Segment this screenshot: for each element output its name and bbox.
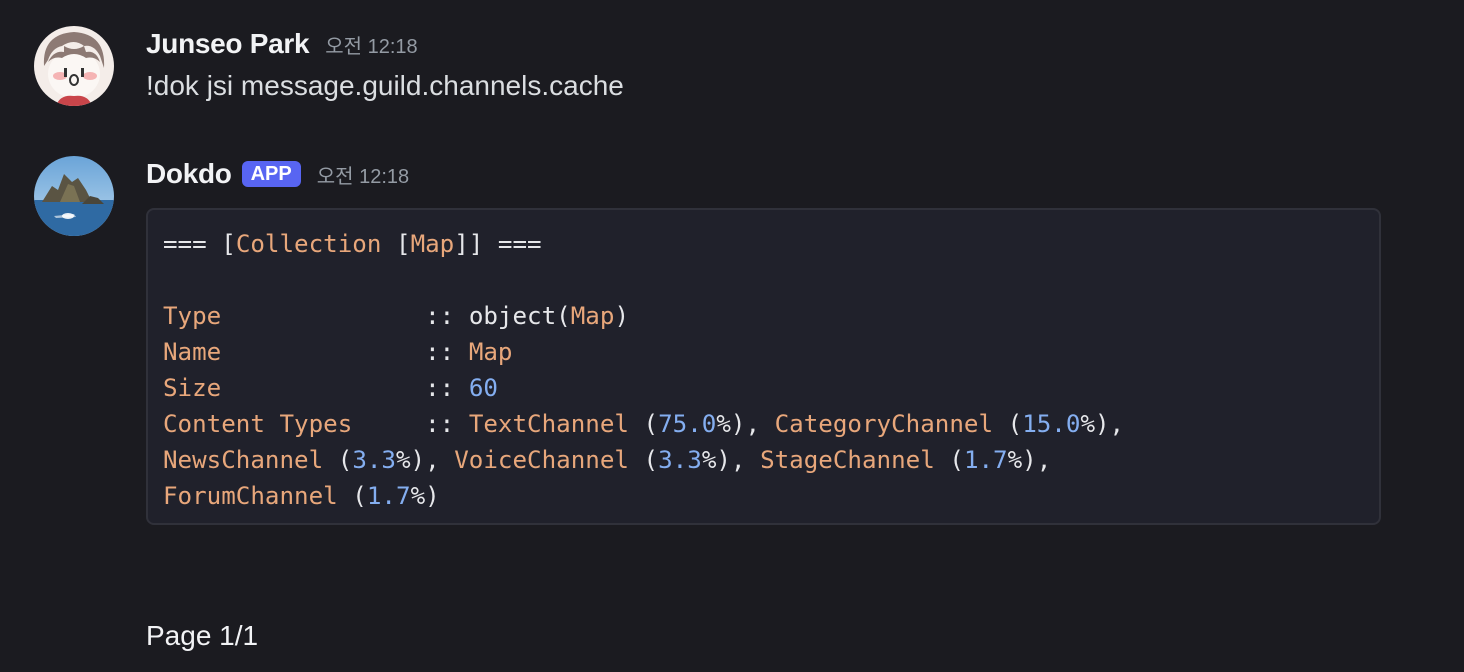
user-avatar-junseo[interactable] <box>34 26 114 106</box>
code-text: ( <box>629 446 659 474</box>
code-text: %), <box>396 446 440 474</box>
code-content-types: Content Types :: TextChannel (75.0%), Ca… <box>163 406 1364 514</box>
code-text: ( <box>629 410 659 438</box>
code-content-types-line: ForumChannel (1.7%) <box>163 478 1364 514</box>
username[interactable]: Dokdo <box>146 158 232 190</box>
code-class-name: Map <box>468 338 513 366</box>
avatar-illustration-icon <box>34 26 114 106</box>
code-text: ( <box>323 446 353 474</box>
content-type-percent: 75.0 <box>658 410 717 438</box>
code-number: 60 <box>468 374 498 402</box>
content-type-percent: 3.3 <box>658 446 702 474</box>
code-text: ) <box>614 302 629 330</box>
code-size-line: Size :: 60 <box>163 370 1364 406</box>
content-type-name: CategoryChannel <box>774 410 994 438</box>
content-type-percent: 1.7 <box>963 446 1008 474</box>
code-separator: :: <box>425 302 469 330</box>
code-text: ( <box>993 410 1023 438</box>
message-content: !dok jsi message.guild.channels.cache <box>146 70 624 101</box>
code-content-types-line: Content Types :: TextChannel (75.0%), Ca… <box>163 406 1364 442</box>
message-timestamp: 오전 12:18 <box>325 36 418 58</box>
code-key: Size <box>163 374 426 402</box>
pagination-label: Page 1/1 <box>146 620 259 651</box>
message-timestamp: 오전 12:18 <box>316 166 410 188</box>
code-key: Content Types <box>163 410 426 438</box>
content-type-name: VoiceChannel <box>454 446 629 474</box>
content-type-percent: 3.3 <box>352 446 396 474</box>
code-separator: :: <box>425 374 469 402</box>
code-text: ]] === <box>454 230 542 258</box>
username[interactable]: Junseo Park <box>146 28 310 60</box>
code-type-line: Type :: object(Map) <box>163 298 1364 334</box>
content-type-percent: 15.0 <box>1022 410 1081 438</box>
code-class-name: Map <box>570 302 615 330</box>
app-badge: APP <box>241 161 301 187</box>
code-class-name: Map <box>410 230 455 258</box>
code-text: %), <box>1080 410 1125 438</box>
code-text: %) <box>410 482 440 510</box>
bot-avatar-dokdo[interactable] <box>34 156 114 236</box>
content-type-name: StageChannel <box>760 446 935 474</box>
content-type-name: ForumChannel <box>163 482 338 510</box>
code-class-name: Collection <box>235 230 382 258</box>
code-separator: :: <box>425 338 469 366</box>
code-separator: :: <box>425 410 469 438</box>
content-type-percent: 1.7 <box>366 482 411 510</box>
island-photo-icon <box>34 156 114 236</box>
code-key: Type <box>163 302 426 330</box>
code-text: object( <box>468 302 571 330</box>
code-title-line: === [Collection [Map]] === <box>163 226 1364 262</box>
code-block: === [Collection [Map]] === Type :: object… <box>146 208 1381 525</box>
content-type-name: TextChannel <box>468 410 629 438</box>
code-content-types-line: NewsChannel (3.3%), VoiceChannel (3.3%),… <box>163 442 1364 478</box>
content-type-name: NewsChannel <box>163 446 324 474</box>
code-text: %), <box>701 446 746 474</box>
code-text: ( <box>934 446 964 474</box>
code-text: %), <box>716 410 761 438</box>
code-text: ( <box>337 482 367 510</box>
code-text: %), <box>1007 446 1052 474</box>
code-name-line: Name :: Map <box>163 334 1364 370</box>
code-text: [ <box>381 230 411 258</box>
code-key: Name <box>163 338 426 366</box>
code-text: === [ <box>163 230 236 258</box>
